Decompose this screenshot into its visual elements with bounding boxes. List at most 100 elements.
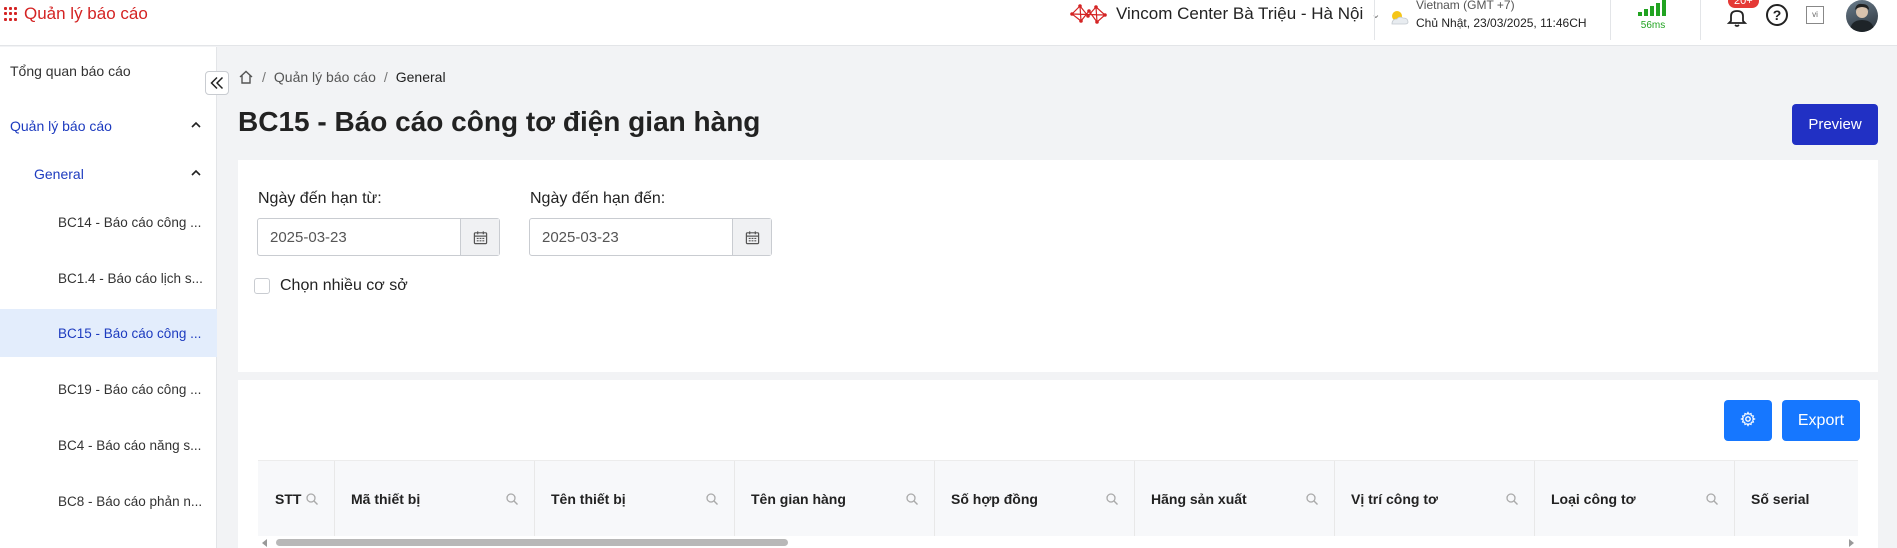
- search-icon[interactable]: [705, 492, 719, 506]
- sidebar-item-label: Quản lý báo cáo: [10, 118, 112, 134]
- column-header-device-name[interactable]: Tên thiết bị: [535, 461, 735, 536]
- sidebar-collapse-button[interactable]: [205, 71, 229, 95]
- app-title[interactable]: Quản lý báo cáo: [4, 4, 148, 24]
- bell-icon[interactable]: [1726, 6, 1748, 28]
- from-date-label: Ngày đến hạn từ:: [258, 190, 382, 207]
- app-title-label: Quản lý báo cáo: [24, 4, 148, 23]
- divider: [1700, 0, 1701, 40]
- sidebar-item-bc1-4[interactable]: BC1.4 - Báo cáo lịch s...: [0, 254, 217, 302]
- top-bar: Quản lý báo cáo Vincom Center Bà Triệu -…: [0, 0, 1897, 46]
- grid-icon[interactable]: [4, 7, 18, 21]
- column-header-stt[interactable]: STT: [258, 461, 335, 536]
- breadcrumb: / Quản lý báo cáo / General: [238, 69, 446, 85]
- timezone-label: Vietnam (GMT +7): [1416, 0, 1515, 12]
- sidebar-item-bc4[interactable]: BC4 - Báo cáo năng s...: [0, 421, 217, 469]
- sidebar-item-report-management[interactable]: Quản lý báo cáo: [0, 102, 217, 150]
- column-header-meter-type[interactable]: Loại công tơ: [1535, 461, 1735, 536]
- search-icon[interactable]: [905, 492, 919, 506]
- calendar-icon[interactable]: [460, 219, 499, 255]
- breadcrumb-separator: /: [383, 69, 388, 85]
- column-label: Số serial: [1751, 491, 1810, 507]
- sidebar-item-label: BC15 - Báo cáo công ...: [58, 325, 202, 341]
- column-label: STT: [275, 491, 302, 507]
- column-header-contract-no[interactable]: Số hợp đồng: [935, 461, 1135, 536]
- column-header-serial-no[interactable]: Số serial: [1735, 461, 1858, 536]
- scroll-right-arrow[interactable]: [1849, 539, 1854, 547]
- multi-site-label: Chọn nhiều cơ sở: [280, 277, 408, 294]
- sidebar-item-label: Tổng quan báo cáo: [10, 63, 131, 79]
- sun-icon: [1391, 11, 1409, 25]
- sidebar: Tổng quan báo cáo Quản lý báo cáo Genera…: [0, 47, 217, 548]
- page-title: BC15 - Báo cáo công tơ điện gian hàng: [238, 106, 761, 137]
- sidebar-item-label: BC14 - Báo cáo công ...: [58, 214, 202, 230]
- divider: [1610, 0, 1611, 40]
- column-label: Số hợp đồng: [951, 491, 1038, 507]
- multi-site-checkbox[interactable]: Chọn nhiều cơ sở: [254, 277, 408, 295]
- sidebar-item-label: BC8 - Báo cáo phản n...: [58, 493, 203, 509]
- sidebar-item-label: BC1.4 - Báo cáo lịch s...: [58, 270, 203, 286]
- sidebar-item-label: General: [34, 166, 84, 182]
- column-header-device-code[interactable]: Mã thiết bị: [335, 461, 535, 536]
- column-label: Tên gian hàng: [751, 491, 846, 507]
- checkbox-box[interactable]: [254, 278, 270, 294]
- scroll-left-arrow[interactable]: [262, 539, 267, 547]
- to-date-label: Ngày đến hạn đến:: [530, 190, 666, 207]
- divider: [1374, 0, 1375, 40]
- datetime-label: Chủ Nhật, 23/03/2025, 11:46CH: [1416, 16, 1587, 30]
- search-icon[interactable]: [505, 492, 519, 506]
- avatar[interactable]: [1846, 0, 1878, 32]
- scroll-thumb[interactable]: [276, 539, 788, 546]
- chevron-up-icon: [191, 121, 201, 128]
- table-header: STT Mã thiết bị Tên thiết bị Tên gian hà…: [258, 460, 1858, 536]
- horizontal-scrollbar[interactable]: [258, 536, 1858, 548]
- home-icon[interactable]: [238, 69, 254, 85]
- column-label: Mã thiết bị: [351, 491, 421, 507]
- column-header-store-name[interactable]: Tên gian hàng: [735, 461, 935, 536]
- sidebar-item-bc8[interactable]: BC8 - Báo cáo phản n...: [0, 477, 217, 525]
- chevron-up-icon: [191, 169, 201, 176]
- column-label: Vị trí công tơ: [1351, 491, 1438, 507]
- gear-icon: [1740, 411, 1756, 427]
- network-status: 56ms: [1638, 0, 1668, 31]
- search-icon[interactable]: [1305, 492, 1319, 506]
- breadcrumb-separator: /: [262, 69, 266, 85]
- sidebar-item-label: BC19 - Báo cáo công ...: [58, 381, 202, 397]
- filter-panel: Ngày đến hạn từ: Ngày đến hạn đến: Chọn …: [238, 160, 1878, 372]
- to-date-picker[interactable]: [529, 218, 772, 256]
- search-icon[interactable]: [1505, 492, 1519, 506]
- column-label: Hãng sản xuất: [1151, 491, 1247, 507]
- export-button[interactable]: Export: [1782, 400, 1860, 441]
- column-label: Loại công tơ: [1551, 491, 1636, 507]
- sidebar-item-overview[interactable]: Tổng quan báo cáo: [0, 47, 217, 95]
- sidebar-item-label: BC4 - Báo cáo năng s...: [58, 437, 202, 453]
- from-date-picker[interactable]: [257, 218, 500, 256]
- column-label: Tên thiết bị: [551, 491, 626, 507]
- sidebar-item-general[interactable]: General: [0, 150, 217, 198]
- table-settings-button[interactable]: [1724, 400, 1772, 441]
- chevron-down-icon: ⌄: [1371, 8, 1381, 21]
- to-date-input[interactable]: [530, 219, 732, 255]
- breadcrumb-item-reports[interactable]: Quản lý báo cáo: [274, 69, 376, 85]
- sidebar-item-bc19[interactable]: BC19 - Báo cáo công ...: [0, 365, 217, 413]
- column-header-manufacturer[interactable]: Hãng sản xuất: [1135, 461, 1335, 536]
- help-icon[interactable]: ?: [1766, 4, 1788, 26]
- search-icon[interactable]: [1105, 492, 1119, 506]
- column-header-meter-location[interactable]: Vị trí công tơ: [1335, 461, 1535, 536]
- from-date-input[interactable]: [258, 219, 460, 255]
- search-icon[interactable]: [1705, 492, 1719, 506]
- notification-badge: 20+: [1728, 0, 1759, 8]
- double-chevron-left-icon: [210, 76, 224, 90]
- calendar-icon[interactable]: [732, 219, 771, 255]
- preview-button[interactable]: Preview: [1792, 104, 1878, 145]
- site-selector[interactable]: Vincom Center Bà Triệu - Hà Nội ⌄: [1070, 3, 1380, 25]
- sidebar-item-bc15[interactable]: BC15 - Báo cáo công ...: [0, 309, 217, 357]
- site-name: Vincom Center Bà Triệu - Hà Nội: [1116, 4, 1364, 23]
- report-table-panel: Export STT Mã thiết bị Tên thiết bị Tên …: [238, 380, 1878, 548]
- language-icon[interactable]: vi: [1806, 6, 1824, 24]
- sidebar-item-bc14[interactable]: BC14 - Báo cáo công ...: [0, 198, 217, 246]
- signal-icon: [1638, 0, 1668, 16]
- ping-label: 56ms: [1640, 20, 1666, 31]
- site-logo: [1070, 4, 1107, 24]
- search-icon[interactable]: [305, 492, 319, 506]
- breadcrumb-item-general: General: [395, 69, 446, 85]
